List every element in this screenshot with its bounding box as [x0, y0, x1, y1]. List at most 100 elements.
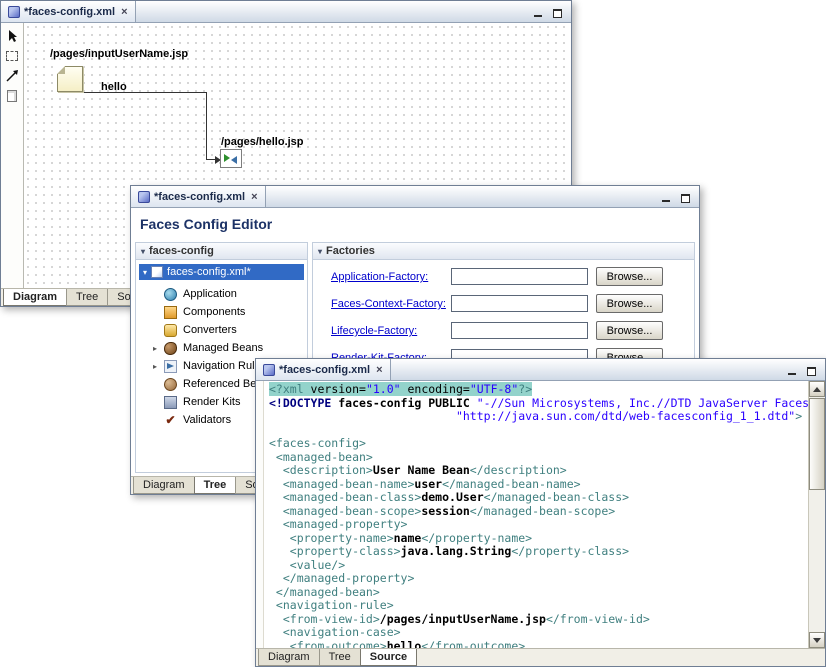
- tree-section-header[interactable]: ▾ faces-config: [136, 243, 307, 260]
- tree-section-title: faces-config: [149, 245, 214, 257]
- nav-case-icon: [231, 156, 237, 164]
- editor-tabbar: *faces-config.xml ×: [1, 1, 571, 23]
- page-node-hello[interactable]: [220, 149, 242, 168]
- editor-tab-title: *faces-config.xml: [279, 364, 370, 376]
- page-tab-diagram[interactable]: Diagram: [258, 649, 320, 666]
- faces-config-icon: [263, 364, 275, 376]
- marquee-tool-button[interactable]: [3, 47, 21, 64]
- tree-item-components[interactable]: Components: [139, 303, 307, 321]
- code-line: <faces-config>: [269, 437, 808, 451]
- scrollbar-track[interactable]: [809, 490, 825, 632]
- page-tab-tree[interactable]: Tree: [66, 289, 108, 306]
- factory-field-list: Application-Factory: Browse... Faces-Conte…: [313, 260, 694, 374]
- tree-item-label: faces-config.xml*: [167, 266, 251, 278]
- page-tab-diagram[interactable]: Diagram: [3, 289, 67, 306]
- code-line: <description>User Name Bean</description…: [269, 464, 808, 478]
- tree-item-label: Components: [183, 306, 245, 318]
- scroll-up-button[interactable]: [809, 381, 825, 397]
- referenced-beans-icon: [164, 378, 177, 391]
- select-tool-button[interactable]: [3, 27, 21, 44]
- factory-row: Application-Factory: Browse...: [313, 266, 694, 293]
- editor-tab-faces-config[interactable]: *faces-config.xml ×: [131, 186, 266, 207]
- maximize-button[interactable]: [803, 363, 820, 377]
- close-icon[interactable]: ×: [119, 6, 127, 18]
- faces-config-file-icon: [151, 266, 163, 278]
- connection-tool-button[interactable]: [3, 67, 21, 84]
- components-icon: [164, 306, 177, 319]
- chevron-down-icon[interactable]: ▾: [143, 268, 147, 277]
- source-editor-window: *faces-config.xml × <?xml version="1.0" …: [255, 358, 826, 667]
- code-line: <navigation-case>: [269, 626, 808, 640]
- browse-button[interactable]: Browse...: [596, 294, 663, 313]
- xml-source-editor[interactable]: <?xml version="1.0" encoding="UTF-8"?><!…: [264, 381, 808, 648]
- tree-item-faces-config-xml[interactable]: ▾ faces-config.xml*: [139, 264, 304, 280]
- diagram-palette: [1, 23, 24, 288]
- editor-tab-faces-config[interactable]: *faces-config.xml ×: [256, 359, 391, 380]
- page-node-inputUserName[interactable]: [57, 66, 83, 92]
- connection-line-segment[interactable]: [84, 92, 207, 93]
- expander-icon[interactable]: ▸: [153, 362, 164, 371]
- editor-tabbar: *faces-config.xml ×: [131, 186, 699, 208]
- maximize-icon: [807, 367, 816, 376]
- expander-icon[interactable]: ▸: [153, 344, 164, 353]
- code-line: <?xml version="1.0" encoding="UTF-8"?>: [269, 383, 808, 397]
- code-line: <managed-bean-class>demo.User</managed-b…: [269, 491, 808, 505]
- validators-icon: ✔: [164, 414, 177, 427]
- factories-section-title: Factories: [326, 245, 375, 257]
- tree-item-application[interactable]: Application: [139, 285, 307, 303]
- faces-config-icon: [138, 191, 150, 203]
- editor-tab-title: *faces-config.xml: [24, 6, 115, 18]
- tree-item-converters[interactable]: Converters: [139, 321, 307, 339]
- render-kits-icon: [164, 396, 177, 409]
- application-icon: [164, 288, 177, 301]
- maximize-button[interactable]: [549, 5, 566, 19]
- minimize-button[interactable]: [529, 5, 546, 19]
- factories-section-header[interactable]: ▾ Factories: [313, 243, 694, 260]
- vertical-scrollbar[interactable]: [808, 381, 825, 648]
- pointer-icon: [6, 29, 19, 43]
- page-tab-source[interactable]: Source: [360, 649, 417, 666]
- editor-tab-title: *faces-config.xml: [154, 191, 245, 203]
- browse-button[interactable]: Browse...: [596, 321, 663, 340]
- arrow-up-icon: [813, 387, 821, 392]
- code-line: <property-name>name</property-name>: [269, 532, 808, 546]
- node-label: /pages/inputUserName.jsp: [50, 48, 188, 60]
- factory-link-faces-context-factory[interactable]: Faces-Context-Factory:: [331, 298, 446, 310]
- page-tool-button[interactable]: [3, 87, 21, 104]
- tree-item-managed-beans[interactable]: ▸Managed Beans: [139, 339, 307, 357]
- page-tab-tree[interactable]: Tree: [194, 477, 237, 494]
- node-label: /pages/hello.jsp: [221, 136, 304, 148]
- source-content: <?xml version="1.0" encoding="UTF-8"?><!…: [256, 381, 825, 648]
- page-tab-diagram[interactable]: Diagram: [133, 477, 195, 494]
- editor-gutter: [256, 381, 264, 648]
- minimize-icon: [788, 373, 796, 375]
- editor-tab-faces-config[interactable]: *faces-config.xml ×: [1, 1, 136, 22]
- code-line: <managed-property>: [269, 518, 808, 532]
- close-icon[interactable]: ×: [249, 191, 257, 203]
- connection-icon: [5, 69, 19, 83]
- scroll-down-button[interactable]: [809, 632, 825, 648]
- window-buttons: [783, 359, 825, 380]
- factory-input-faces-context-factory[interactable]: [451, 295, 588, 312]
- minimize-button[interactable]: [657, 190, 674, 204]
- window-buttons: [529, 1, 571, 22]
- scrollbar-thumb[interactable]: [809, 398, 825, 490]
- chevron-down-icon[interactable]: ▾: [141, 247, 145, 256]
- factory-input-application-factory[interactable]: [451, 268, 588, 285]
- factory-input-lifecycle-factory[interactable]: [451, 322, 588, 339]
- close-icon[interactable]: ×: [374, 364, 382, 376]
- navigation-rules-icon: [164, 360, 177, 373]
- page-tab-tree[interactable]: Tree: [319, 649, 361, 666]
- page-tab-strip: DiagramTreeSource: [256, 648, 825, 666]
- minimize-button[interactable]: [783, 363, 800, 377]
- factory-link-lifecycle-factory[interactable]: Lifecycle-Factory:: [331, 325, 417, 337]
- arrow-down-icon: [813, 638, 821, 643]
- tree-item-label: Render Kits: [183, 396, 240, 408]
- browse-button[interactable]: Browse...: [596, 267, 663, 286]
- code-line: <!DOCTYPE faces-config PUBLIC "-//Sun Mi…: [269, 397, 808, 411]
- chevron-down-icon[interactable]: ▾: [318, 247, 322, 256]
- factory-link-application-factory[interactable]: Application-Factory:: [331, 271, 428, 283]
- connection-line-segment[interactable]: [206, 92, 207, 160]
- maximize-button[interactable]: [677, 190, 694, 204]
- page-fold: [57, 66, 65, 74]
